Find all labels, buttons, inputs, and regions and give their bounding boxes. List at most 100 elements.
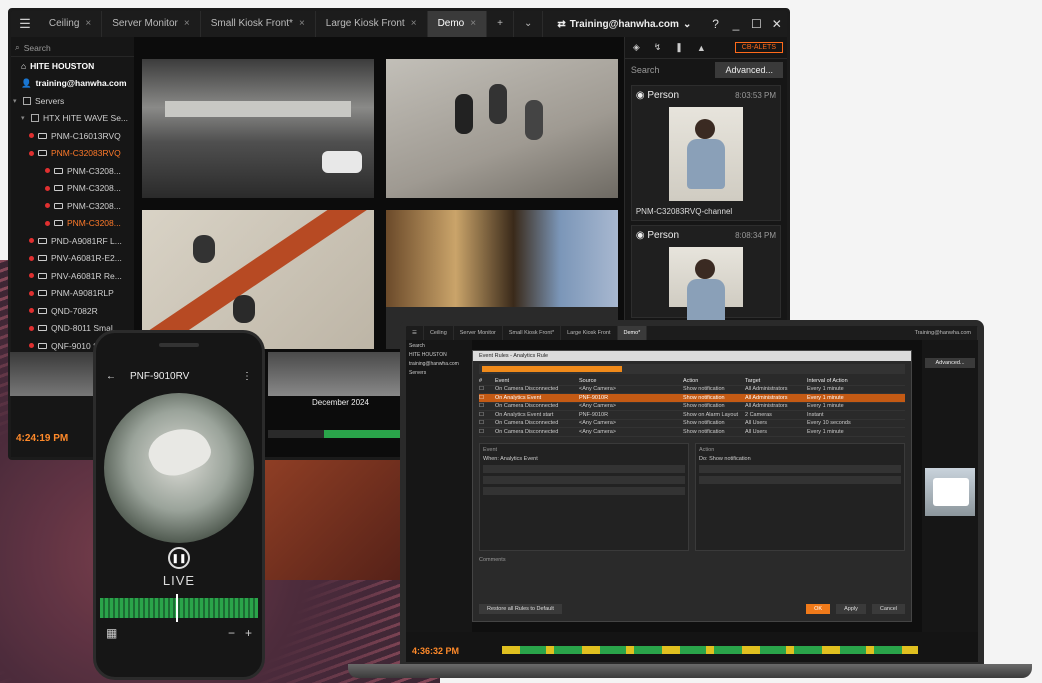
cancel-button[interactable]: Cancel bbox=[871, 604, 905, 614]
column-header[interactable]: Source bbox=[579, 378, 683, 384]
tree-item[interactable]: ▾ HTX HITE WAVE Se... bbox=[11, 110, 134, 128]
rule-enabled-checkbox[interactable]: ☐ bbox=[479, 412, 495, 418]
restore-defaults-button[interactable]: Restore all Rules to Default bbox=[479, 604, 562, 614]
column-header[interactable]: Target bbox=[745, 378, 807, 384]
tree-item[interactable]: ▾ Servers bbox=[11, 92, 134, 110]
rule-enabled-checkbox[interactable]: ☐ bbox=[479, 429, 495, 435]
rule-enabled-checkbox[interactable]: ☐ bbox=[479, 403, 495, 409]
tab-4[interactable]: Demo × bbox=[427, 11, 488, 37]
motion-icon[interactable]: ↯ bbox=[654, 42, 662, 53]
tree-item[interactable]: PNV-A6081R Re... bbox=[11, 267, 134, 285]
do-select[interactable]: Show notification bbox=[709, 456, 751, 462]
table-row[interactable]: ☐ On Camera Disconnected <Any Camera> Show … bbox=[479, 428, 905, 437]
tree-item[interactable]: PNM-C3208... bbox=[11, 215, 134, 233]
add-tab-button[interactable]: + bbox=[487, 11, 514, 37]
menu-icon[interactable]: ☰ bbox=[11, 16, 39, 32]
chevron-down-icon[interactable]: ▾ bbox=[13, 97, 19, 105]
fisheye-video[interactable] bbox=[104, 393, 254, 543]
tree-item[interactable]: PNM-C3208... bbox=[11, 162, 134, 180]
advanced-button[interactable]: Advanced... bbox=[925, 358, 975, 368]
column-header[interactable]: Interval of Action bbox=[807, 378, 905, 384]
help-icon[interactable]: ? bbox=[705, 17, 725, 31]
laptop-tab-0[interactable]: Ceiling bbox=[424, 326, 454, 340]
laptop-tab-1[interactable]: Server Monitor bbox=[454, 326, 503, 340]
tab-1[interactable]: Server Monitor × bbox=[102, 11, 201, 37]
user-account[interactable]: ⇄ Training@hanwha.com ⌄ bbox=[543, 19, 705, 30]
maximize-icon[interactable]: ☐ bbox=[746, 17, 766, 31]
column-header[interactable]: Action bbox=[683, 378, 745, 384]
tab-close-icon[interactable]: × bbox=[184, 18, 190, 29]
event-field[interactable] bbox=[483, 486, 685, 495]
tab-list-chevron-icon[interactable]: ⌄ bbox=[514, 11, 544, 37]
tree-item[interactable]: PNM-C16013RVQ bbox=[11, 127, 134, 145]
tree-search-input[interactable]: Search bbox=[24, 43, 51, 53]
tree-item[interactable]: Servers bbox=[409, 370, 469, 379]
table-row[interactable]: ☐ On Camera Disconnected <Any Camera> Show … bbox=[479, 420, 905, 428]
table-row[interactable]: ☐ On Analytics Event start PNF-9010R Show o… bbox=[479, 411, 905, 420]
ok-button[interactable]: OK bbox=[806, 604, 831, 614]
table-row[interactable]: ☐ On Analytics Event PNF-9010R Show notific… bbox=[479, 394, 905, 403]
back-arrow-icon[interactable]: ← bbox=[106, 371, 116, 382]
tree-item[interactable]: PNM-A9081RLP bbox=[11, 285, 134, 303]
tab-2[interactable]: Small Kiosk Front* × bbox=[201, 11, 316, 37]
column-header[interactable]: Event bbox=[495, 378, 579, 384]
advanced-button[interactable]: Advanced... bbox=[715, 62, 783, 78]
video-tile-parking[interactable] bbox=[141, 59, 374, 198]
laptop-tab-4[interactable]: Demo* bbox=[617, 326, 648, 340]
tab-3[interactable]: Large Kiosk Front × bbox=[316, 11, 428, 37]
action-field[interactable] bbox=[699, 475, 901, 484]
zoom-controls[interactable]: − + bbox=[228, 626, 252, 640]
table-row[interactable]: ☐ On Camera Disconnected <Any Camera> Show … bbox=[479, 403, 905, 411]
laptop-tab-3[interactable]: Large Kiosk Front bbox=[561, 326, 618, 340]
table-row[interactable]: ☐ On Camera Disconnected <Any Camera> Show … bbox=[479, 386, 905, 394]
tree-item[interactable]: PND-A9081RF L... bbox=[11, 232, 134, 250]
laptop-timeline[interactable]: 4:36:32 PM bbox=[406, 632, 978, 662]
action-field[interactable] bbox=[699, 464, 901, 473]
bookmark-icon[interactable]: ❚ bbox=[675, 42, 683, 53]
video-tile-reception[interactable] bbox=[141, 210, 374, 349]
laptop-tab-2[interactable]: Small Kiosk Front* bbox=[503, 326, 562, 340]
user-email[interactable]: Training@hanwha.com bbox=[909, 326, 978, 340]
monitor-timeline[interactable] bbox=[268, 430, 408, 438]
more-options-icon[interactable]: ⋮ bbox=[242, 371, 252, 382]
tree-item[interactable]: PNV-A6081R-E2... bbox=[11, 250, 134, 268]
detection-card[interactable]: ◉ Person 8:03:53 PM PNM-C32083RVQ-channe… bbox=[630, 85, 781, 221]
tree-item[interactable]: PNM-C32083RVQ bbox=[11, 145, 134, 163]
rule-enabled-checkbox[interactable]: ☐ bbox=[479, 420, 495, 426]
timeline-track[interactable] bbox=[502, 646, 918, 654]
tab-close-icon[interactable]: × bbox=[299, 18, 305, 29]
tree-item[interactable]: HITE HOUSTON bbox=[409, 352, 469, 361]
tab-close-icon[interactable]: × bbox=[470, 18, 476, 29]
analytics-icon[interactable]: ◈ bbox=[633, 42, 640, 53]
panel-search-input[interactable]: Search bbox=[631, 65, 660, 75]
detection-card[interactable]: ◉ Person 8:08:34 PM bbox=[630, 225, 781, 329]
tree-item[interactable]: training@hanwha.com bbox=[409, 361, 469, 370]
tree-search[interactable]: ⌕ Search bbox=[11, 39, 134, 57]
tree-search-input[interactable]: Search bbox=[409, 343, 469, 352]
phone-timeline[interactable] bbox=[100, 594, 258, 622]
calendar-icon[interactable]: ▦ bbox=[106, 626, 117, 640]
event-field[interactable] bbox=[483, 464, 685, 473]
when-select[interactable]: Analytics Event bbox=[500, 456, 538, 462]
video-tile-lobby[interactable] bbox=[385, 59, 618, 198]
menu-icon[interactable]: ☰ bbox=[406, 326, 424, 340]
pause-button[interactable]: ❚❚ bbox=[168, 547, 190, 569]
tree-item[interactable]: QND-7082R bbox=[11, 302, 134, 320]
rule-enabled-checkbox[interactable]: ☐ bbox=[479, 386, 495, 392]
tree-item[interactable]: 👤 training@hanwha.com bbox=[11, 75, 134, 93]
tree-item[interactable]: ⌂ HITE HOUSTON bbox=[11, 57, 134, 75]
close-icon[interactable]: ✕ bbox=[767, 17, 787, 31]
apply-button[interactable]: Apply bbox=[836, 604, 866, 614]
tab-close-icon[interactable]: × bbox=[411, 18, 417, 29]
chevron-down-icon[interactable]: ▾ bbox=[21, 114, 27, 122]
recording-dot-icon bbox=[29, 325, 34, 331]
rule-search[interactable] bbox=[479, 364, 905, 374]
tab-0[interactable]: Ceiling × bbox=[39, 11, 103, 37]
minimize-icon[interactable]: _ bbox=[726, 17, 746, 31]
tree-item[interactable]: PNM-C3208... bbox=[11, 180, 134, 198]
tab-close-icon[interactable]: × bbox=[85, 18, 91, 29]
event-field[interactable] bbox=[483, 475, 685, 484]
rule-enabled-checkbox[interactable]: ☐ bbox=[479, 395, 495, 401]
alert-icon[interactable]: ▲ bbox=[697, 43, 706, 53]
tree-item[interactable]: PNM-C3208... bbox=[11, 197, 134, 215]
